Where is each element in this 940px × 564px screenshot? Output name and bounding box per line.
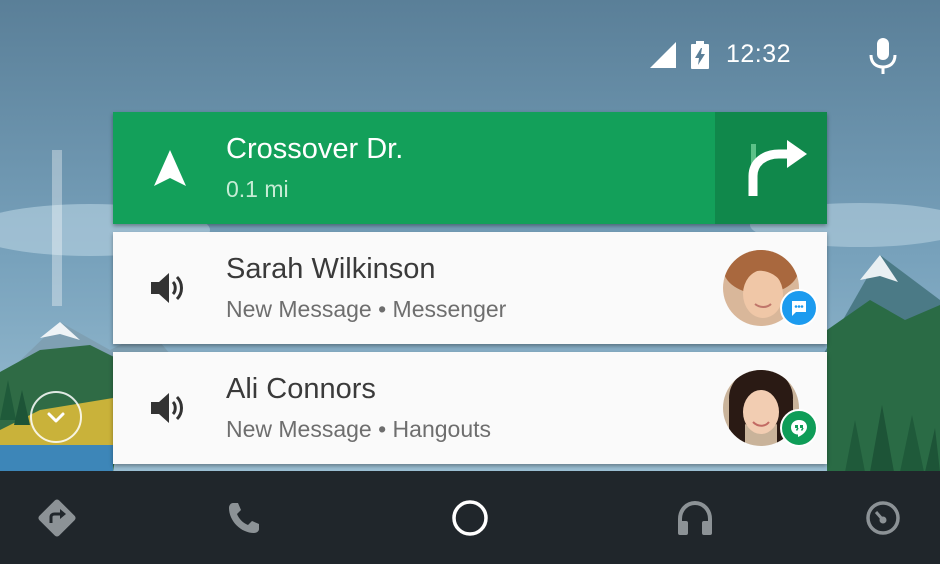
navigation-arrow-icon bbox=[154, 150, 186, 186]
speaker-icon bbox=[151, 393, 183, 423]
messenger-badge bbox=[780, 289, 818, 327]
clock: 12:32 bbox=[726, 40, 792, 68]
turn-panel bbox=[715, 112, 827, 224]
message-detail: New Message • Hangouts bbox=[226, 416, 492, 442]
microphone-icon bbox=[869, 38, 897, 74]
car-overview-icon bbox=[866, 501, 900, 535]
contact-name: Ali Connors bbox=[226, 373, 376, 405]
phone-icon bbox=[229, 503, 259, 533]
contact-name: Sarah Wilkinson bbox=[226, 253, 436, 285]
speaker-icon bbox=[151, 273, 183, 303]
music-button[interactable] bbox=[672, 495, 718, 541]
navigation-button[interactable] bbox=[34, 495, 80, 541]
scroll-indicator[interactable] bbox=[52, 150, 62, 306]
hangouts-badge bbox=[780, 409, 818, 447]
message-detail: New Message • Messenger bbox=[226, 296, 507, 322]
home-button[interactable] bbox=[447, 495, 493, 541]
navigation-card[interactable]: Crossover Dr. 0.1 mi bbox=[113, 112, 827, 224]
car-overview-button[interactable] bbox=[860, 495, 906, 541]
message-notification-card[interactable]: Sarah Wilkinson New Message • Messenger bbox=[113, 232, 827, 344]
phone-button[interactable] bbox=[221, 495, 267, 541]
android-auto-screen: 12:32 Crossover Dr. 0.1 mi Sarah Wilkins… bbox=[0, 0, 940, 564]
bottom-navigation-bar bbox=[0, 471, 940, 564]
microphone-button[interactable] bbox=[866, 36, 900, 76]
battery-charging-icon bbox=[691, 41, 709, 69]
distance: 0.1 mi bbox=[226, 176, 289, 202]
chevron-down-icon bbox=[47, 412, 65, 423]
message-notification-card[interactable]: Ali Connors New Message • Hangouts bbox=[113, 352, 827, 464]
home-icon bbox=[452, 500, 488, 536]
navigation-icon bbox=[38, 499, 76, 537]
signal-icon bbox=[650, 42, 676, 68]
headphones-icon bbox=[678, 500, 712, 535]
turn-right-icon bbox=[748, 140, 807, 196]
hangouts-icon bbox=[791, 420, 807, 437]
street-name: Crossover Dr. bbox=[226, 133, 404, 165]
scroll-down-button[interactable] bbox=[30, 391, 82, 443]
messenger-icon bbox=[792, 301, 806, 316]
status-bar: 12:32 bbox=[0, 30, 940, 80]
